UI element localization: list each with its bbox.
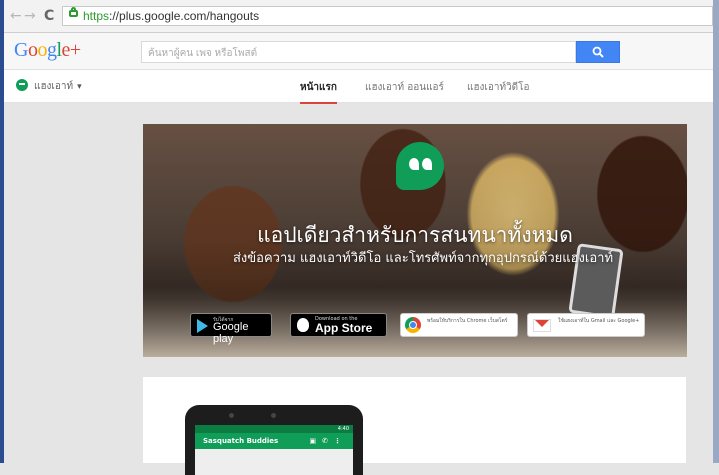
android-phone-image: 4:40 Sasquatch Buddies ▣✆⋮ — [185, 405, 363, 475]
app-switcher[interactable]: แฮงเอาท์ ▾ — [16, 79, 82, 94]
back-icon[interactable]: ← — [10, 8, 22, 24]
search-button[interactable] — [576, 41, 620, 63]
app-store-badge[interactable]: Download on the App Store — [290, 313, 387, 337]
google-play-badge[interactable]: รับได้จาก Google play — [190, 313, 272, 345]
hangouts-subnav: แฮงเอาท์ ▾ หน้าแรก แฮงเอาท์ ออนแอร์ แฮงเอ… — [4, 70, 713, 104]
address-bar[interactable]: https://plus.google.com/hangouts — [62, 6, 713, 26]
chrome-store-badge[interactable]: พร้อมให้บริการใน Chrome เว็บสโตร์ — [400, 313, 518, 337]
lock-icon — [69, 7, 78, 17]
phone-camera — [271, 413, 276, 418]
hero-headline: แอปเดียวสำหรับการสนทนาทั้งหมด — [257, 223, 573, 247]
app-switcher-label: แฮงเอาท์ — [34, 81, 74, 92]
reload-icon[interactable]: C — [44, 8, 54, 24]
window-frame-right — [713, 0, 719, 463]
search-icon — [592, 46, 604, 58]
search-input[interactable]: ค้นหาผู้คน เพจ หรือโพสต์ — [141, 41, 576, 63]
hangouts-logo-icon — [396, 142, 444, 190]
url-path: ://plus.google.com/hangouts — [109, 9, 260, 23]
phone-app-bar: Sasquatch Buddies ▣✆⋮ — [195, 433, 353, 449]
chrome-icon — [405, 317, 421, 333]
google-header: Google+ ค้นหาผู้คน เพจ หรือโพสต์ — [4, 33, 713, 70]
tab-hangouts-on-air[interactable]: แฮงเอาท์ ออนแอร์ — [365, 80, 444, 95]
phone-action-icons: ▣✆⋮ — [309, 437, 347, 445]
apple-icon — [297, 318, 309, 332]
hero-banner: แอปเดียวสำหรับการสนทนาทั้งหมด ส่งข้อความ… — [143, 124, 687, 357]
phone-screen: 4:40 Sasquatch Buddies ▣✆⋮ — [195, 425, 353, 475]
browser-toolbar: ← → C https://plus.google.com/hangouts — [4, 0, 713, 33]
tab-home[interactable]: หน้าแรก — [300, 80, 337, 104]
hangouts-icon — [16, 79, 28, 91]
google-play-icon — [197, 319, 208, 333]
tab-video-calls[interactable]: แฮงเอาท์วิดีโอ — [467, 80, 530, 95]
feature-card: 4:40 Sasquatch Buddies ▣✆⋮ — [143, 377, 686, 475]
phone-status-bar: 4:40 — [195, 425, 353, 433]
hero-subtext: ส่งข้อความ แฮงเอาท์วิดีโอ และโทรศัพท์จาก… — [233, 251, 614, 266]
gmail-icon — [533, 319, 551, 332]
forward-icon[interactable]: → — [24, 8, 36, 24]
google-plus-logo[interactable]: Google+ — [14, 39, 81, 62]
chrome-badge-label: พร้อมให้บริการใน Chrome เว็บสโตร์ — [427, 318, 508, 324]
apple-big-label: App Store — [315, 321, 373, 335]
url-text[interactable]: https://plus.google.com/hangouts — [83, 9, 259, 23]
play-big-label: Google play — [213, 321, 249, 345]
url-scheme: https — [83, 9, 110, 23]
gmail-badge-label: ใช้แฮงเอาท์ใน Gmail และ Google+ — [558, 318, 640, 324]
gmail-badge[interactable]: ใช้แฮงเอาท์ใน Gmail และ Google+ — [527, 313, 645, 337]
chevron-down-icon: ▾ — [77, 82, 82, 92]
phone-speaker — [229, 413, 234, 418]
phone-app-title: Sasquatch Buddies — [203, 437, 279, 445]
phone-status-time: 4:40 — [337, 426, 349, 432]
